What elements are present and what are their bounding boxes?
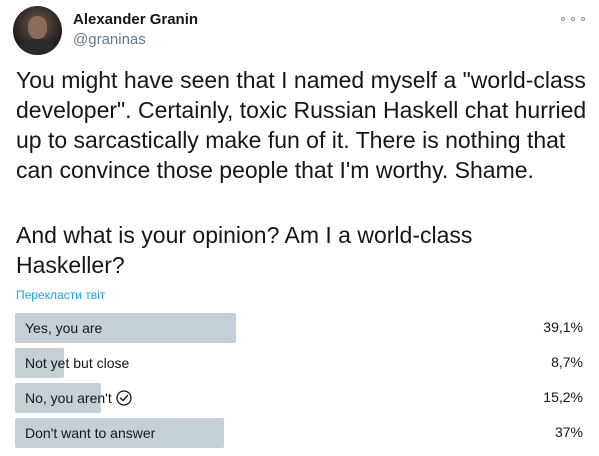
- poll-question: And what is your opinion? Am I a world-c…: [16, 222, 473, 278]
- poll-option-label: Not yet but close: [25, 355, 130, 371]
- poll-option-percent: 15,2%: [543, 389, 583, 405]
- author-name[interactable]: Alexander Granin: [73, 11, 198, 29]
- poll-option: No, you aren't 15,2%: [15, 383, 585, 413]
- poll-option-percent: 8,7%: [551, 354, 583, 370]
- check-circle-icon: [116, 390, 132, 406]
- translate-tweet-link[interactable]: Перекласти твіт: [16, 288, 105, 303]
- poll-option: Not yet but close 8,7%: [15, 348, 585, 378]
- poll-option-label: Don't want to answer: [25, 425, 156, 441]
- poll-option-label: No, you aren't: [25, 390, 112, 406]
- poll-option: Don't want to answer 37%: [15, 418, 585, 448]
- more-options-icon[interactable]: [561, 12, 585, 26]
- more-dot: [561, 17, 565, 21]
- poll-option-percent: 37%: [554, 424, 583, 440]
- tweet-text: You might have seen that I named myself …: [16, 67, 587, 183]
- avatar-shoulders: [19, 39, 57, 55]
- more-dot: [571, 17, 575, 21]
- avatar[interactable]: [13, 6, 62, 55]
- poll-option-label: Yes, you are: [25, 320, 103, 336]
- poll: Yes, you are 39,1% Not yet but close 8,7…: [15, 313, 585, 453]
- author-handle[interactable]: @graninas: [73, 31, 146, 49]
- poll-option-percent: 39,1%: [543, 319, 583, 335]
- poll-option: Yes, you are 39,1%: [15, 313, 585, 343]
- avatar-face: [28, 16, 47, 39]
- more-dot: [581, 17, 585, 21]
